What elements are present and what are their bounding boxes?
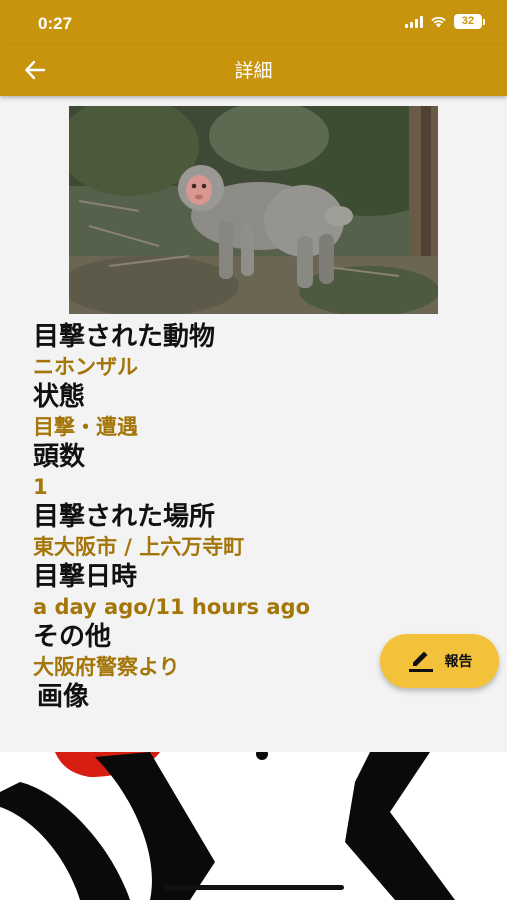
image-section-label: 画像 (37, 682, 90, 712)
detail-label-count: 頭数 (33, 442, 86, 472)
wifi-icon (430, 15, 447, 28)
detail-label-status: 状態 (33, 382, 86, 412)
detail-value-datetime: a day ago/11 hours ago (33, 595, 310, 619)
detail-value-animal: ニホンザル (33, 355, 138, 379)
page-title: 詳細 (234, 60, 273, 82)
detail-value-count: 1 (33, 475, 48, 499)
status-icons: 32 (405, 14, 485, 29)
edit-icon (408, 651, 433, 672)
detail-value-status: 目撃・遭遇 (33, 415, 138, 439)
monkey-photo-image (69, 106, 438, 314)
detail-label-location: 目撃された場所 (33, 502, 216, 532)
app-bar: 詳細 (0, 44, 507, 96)
report-button[interactable]: 報告 (380, 634, 499, 688)
detail-label-animal: 目撃された動物 (33, 322, 216, 352)
detail-value-location: 東大阪市 / 上六万寺町 (33, 535, 245, 559)
attached-image-graphic (0, 752, 507, 900)
battery-icon: 32 (454, 14, 485, 29)
detail-value-other: 大阪府警察より (33, 655, 180, 679)
battery-level: 32 (454, 14, 482, 29)
status-time: 0:27 (38, 14, 73, 33)
attached-image[interactable] (0, 752, 507, 900)
signal-icon (405, 15, 423, 28)
detail-label-datetime: 目撃日時 (33, 562, 138, 592)
status-bar: 0:27 32 (0, 0, 507, 44)
detail-label-other: その他 (33, 622, 112, 652)
animal-photo[interactable] (69, 106, 438, 314)
home-indicator (164, 885, 344, 890)
detail-fields: 目撃された動物 ニホンザル 状態 目撃・遭遇 頭数 1 目撃された場所 東大阪市… (33, 322, 310, 713)
report-button-label: 報告 (444, 654, 473, 670)
